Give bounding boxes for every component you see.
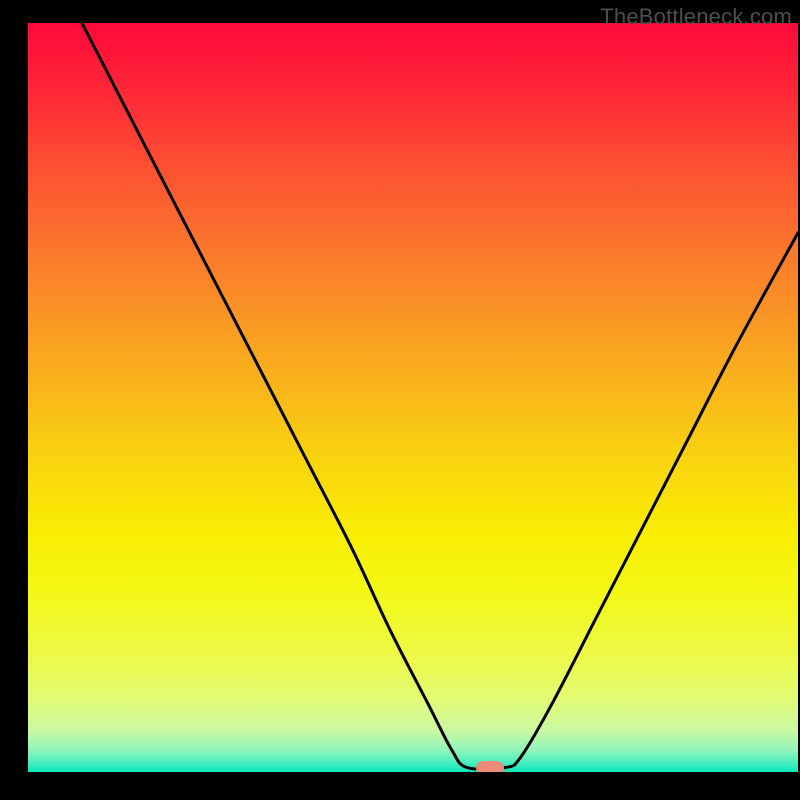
plot-svg: [28, 23, 798, 772]
optimal-point-marker: [476, 761, 504, 773]
chart-frame: TheBottleneck.com: [0, 0, 800, 800]
gradient-background: [28, 23, 798, 772]
watermark-text: TheBottleneck.com: [600, 4, 792, 30]
plot-area: [28, 23, 798, 772]
